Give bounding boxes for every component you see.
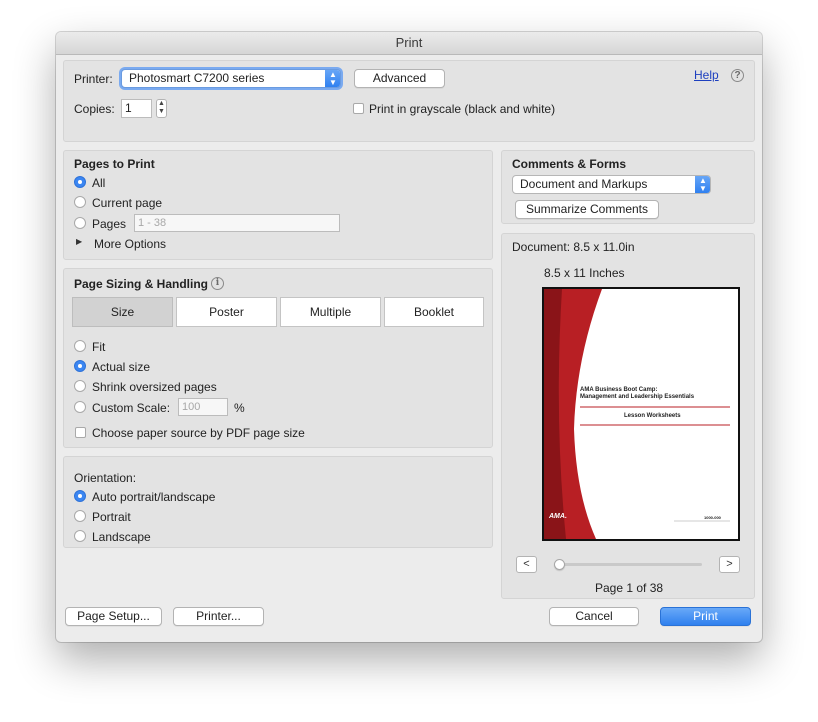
paper-size-label: 8.5 x 11 Inches	[544, 266, 625, 280]
window-title: Print	[56, 32, 762, 55]
auto-orientation-radio[interactable]	[74, 490, 86, 502]
custom-scale-label: Custom Scale:	[92, 401, 171, 415]
info-icon[interactable]: i	[211, 277, 224, 290]
pages-range-radio[interactable]	[74, 217, 86, 229]
printer-select[interactable]: Photosmart C7200 series ▲ ▼	[121, 69, 341, 88]
pages-range-label: Pages	[92, 217, 127, 231]
pages-current-radio[interactable]	[74, 196, 86, 208]
copies-stepper[interactable]: ▲ ▼	[156, 99, 167, 118]
cover-white-edge	[731, 289, 738, 539]
comments-select-value: Document and Markups	[520, 177, 648, 191]
auto-orientation-label: Auto portrait/landscape	[92, 490, 216, 504]
page-slider-track[interactable]	[556, 563, 702, 566]
orientation-title: Orientation:	[74, 471, 137, 485]
pages-current-label: Current page	[92, 196, 163, 210]
summarize-comments-button[interactable]: Summarize Comments	[515, 200, 659, 219]
tab-multiple[interactable]: Multiple	[280, 297, 381, 327]
tab-poster[interactable]: Poster	[176, 297, 277, 327]
printer-label: Printer:	[74, 72, 113, 86]
question-icon[interactable]: ?	[731, 69, 744, 82]
grayscale-checkbox[interactable]	[353, 103, 364, 114]
tab-booklet[interactable]: Booklet	[384, 297, 484, 327]
cover-code: 1000-000	[704, 515, 721, 520]
cover-title-line1: AMA Business Boot Camp:	[580, 387, 658, 393]
portrait-radio[interactable]	[74, 510, 86, 522]
paper-source-label: Choose paper source by PDF page size	[92, 426, 305, 440]
cover-title-line2: Management and Leadership Essentials	[580, 394, 695, 400]
comments-forms-title: Comments & Forms	[512, 157, 627, 171]
help-link[interactable]: Help	[694, 68, 719, 82]
cancel-button[interactable]: Cancel	[549, 607, 639, 626]
pages-to-print-title: Pages to Print	[74, 157, 155, 171]
disclosure-triangle-icon[interactable]: ▶	[76, 237, 82, 246]
page-sizing-panel	[63, 268, 493, 448]
printer-select-value: Photosmart C7200 series	[129, 71, 265, 85]
fit-radio[interactable]	[74, 340, 86, 352]
print-dialog: Print Printer: Photosmart C7200 series ▲…	[56, 32, 762, 642]
actual-size-label: Actual size	[92, 360, 151, 374]
custom-scale-unit: %	[234, 401, 245, 415]
advanced-button[interactable]: Advanced	[354, 69, 445, 88]
page-counter: Page 1 of 38	[595, 581, 664, 595]
page-setup-button[interactable]: Page Setup...	[65, 607, 162, 626]
actual-size-radio[interactable]	[74, 360, 86, 372]
copies-label: Copies:	[74, 102, 115, 116]
pages-range-input[interactable]: 1 - 38	[134, 214, 340, 232]
grayscale-label: Print in grayscale (black and white)	[369, 102, 556, 116]
page-preview: AMA Business Boot Camp: Management and L…	[542, 287, 740, 541]
shrink-label: Shrink oversized pages	[92, 380, 217, 394]
paper-source-checkbox[interactable]	[75, 427, 86, 438]
prev-page-button[interactable]: <	[516, 556, 537, 573]
fit-label: Fit	[92, 340, 106, 354]
cover-logo: AMA.	[549, 513, 567, 520]
comments-select[interactable]: Document and Markups ▲ ▼	[512, 175, 711, 194]
copies-field[interactable]: 1	[121, 99, 152, 118]
document-size-label: Document: 8.5 x 11.0in	[512, 240, 635, 254]
landscape-radio[interactable]	[74, 530, 86, 542]
custom-scale-input[interactable]: 100	[178, 398, 228, 416]
next-page-button[interactable]: >	[719, 556, 740, 573]
pages-all-label: All	[92, 176, 106, 190]
page-sizing-title: Page Sizing & Handling	[74, 277, 209, 291]
printer-button[interactable]: Printer...	[173, 607, 264, 626]
more-options-label[interactable]: More Options	[94, 237, 166, 251]
updown-chevron-icon: ▲ ▼	[325, 70, 340, 87]
cover-subtitle: Lesson Worksheets	[624, 413, 681, 419]
pages-all-radio[interactable]	[74, 176, 86, 188]
landscape-label: Landscape	[92, 530, 151, 544]
shrink-radio[interactable]	[74, 380, 86, 392]
page-slider-knob[interactable]	[554, 559, 565, 570]
tab-size[interactable]: Size	[72, 297, 173, 327]
updown-chevron-icon: ▲ ▼	[695, 176, 710, 193]
custom-scale-radio[interactable]	[74, 401, 86, 413]
print-button[interactable]: Print	[660, 607, 751, 626]
portrait-label: Portrait	[92, 510, 131, 524]
